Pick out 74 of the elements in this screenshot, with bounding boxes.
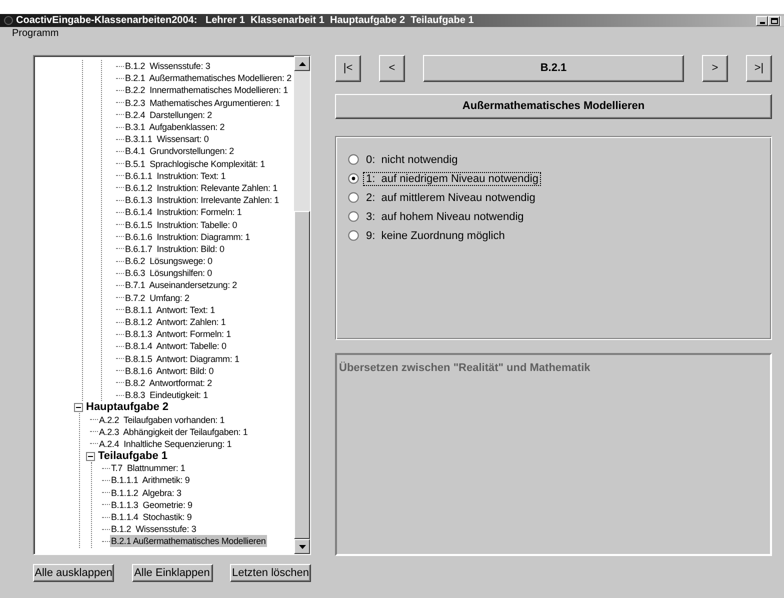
description-field[interactable]: Übersetzen zwischen "Realität" und Mathematik: [335, 353, 772, 556]
tree-item[interactable]: B.8.1.3 Antwort: Formeln: 1: [124, 328, 232, 340]
tree-item[interactable]: B.2.2 Innermathematisches Modellieren: 1: [124, 84, 289, 96]
scroll-down-button[interactable]: [294, 539, 310, 554]
current-code-button[interactable]: B.2.1: [423, 55, 684, 82]
last-button[interactable]: >|: [746, 55, 772, 82]
tree-item[interactable]: B.1.1.1 Arithmetik: 9: [110, 474, 191, 486]
tree-item[interactable]: B.8.2 Antwortformat: 2: [124, 376, 213, 389]
option-label[interactable]: 2: auf mittlerem Niveau notwendig: [363, 190, 538, 204]
tree-action-button[interactable]: Alle ausklappen: [33, 564, 114, 582]
option-label[interactable]: 3: auf hohem Niveau notwendig: [363, 210, 527, 224]
radio-button[interactable]: [348, 154, 359, 165]
tree-item[interactable]: Teilaufgabe 1: [97, 450, 168, 462]
tree-item[interactable]: A.2.2 Teilaufgaben vorhanden: 1: [98, 414, 226, 426]
collapse-icon[interactable]: [86, 452, 95, 461]
tree-action-button[interactable]: Alle Einklappen: [132, 564, 212, 582]
option-label[interactable]: 9: keine Zuordnung möglich: [363, 228, 508, 242]
tree-item[interactable]: B.6.1.6 Instruktion: Diagramm: 1: [124, 230, 251, 243]
radio-button[interactable]: [348, 173, 359, 184]
tree-item[interactable]: B.2.3 Mathematisches Argumentieren: 1: [124, 96, 281, 109]
tree-item[interactable]: B.3.1.1 Wissensart: 0: [124, 133, 210, 146]
tree-item[interactable]: B.1.1.2 Algebra: 3: [110, 486, 182, 499]
up-arrow-icon: [298, 62, 306, 66]
scroll-up-button[interactable]: [294, 56, 310, 71]
tree-item[interactable]: B.5.1 Sprachlogische Komplexität: 1: [124, 158, 266, 170]
scroll-thumb[interactable]: [294, 211, 310, 539]
minimize-button[interactable]: [756, 16, 768, 26]
tree-item[interactable]: B.8.1.6 Antwort: Bild: 0: [124, 364, 215, 377]
option-label[interactable]: 1: auf niedrigem Niveau notwendig: [363, 172, 542, 186]
tree-item[interactable]: B.6.1.5 Instruktion: Tabelle: 0: [124, 218, 238, 231]
tree-item[interactable]: B.8.1.1 Antwort: Text: 1: [124, 304, 216, 316]
tree-item[interactable]: B.1.1.3 Geometrie: 9: [110, 498, 194, 511]
first-button[interactable]: |<: [335, 55, 361, 82]
app-icon: [4, 16, 13, 25]
tree-item[interactable]: B.3.1 Aufgabenklassen: 2: [124, 121, 226, 134]
tree-item[interactable]: Hauptaufgabe 2: [85, 401, 170, 414]
radio-button[interactable]: [348, 211, 359, 222]
tree-item[interactable]: B.8.1.2 Antwort: Zahlen: 1: [124, 316, 227, 328]
tree-item[interactable]: T.7 Blattnummer: 1: [110, 462, 186, 474]
tree-item[interactable]: B.6.1.1 Instruktion: Text: 1: [124, 170, 227, 182]
maximize-button[interactable]: [768, 16, 780, 26]
tree-item[interactable]: B.2.1 Außermathematisches Modellieren: 2: [124, 72, 292, 84]
tree-item[interactable]: B.7.1 Auseinandersetzung: 2: [124, 279, 238, 292]
tree-item[interactable]: B.8.3 Eindeutigkeit: 1: [124, 389, 209, 402]
tree-item[interactable]: B.6.1.7 Instruktion: Bild: 0: [124, 242, 226, 255]
tree-item[interactable]: B.8.1.5 Antwort: Diagramm: 1: [124, 352, 240, 365]
next-button[interactable]: >: [702, 55, 728, 82]
category-title-button[interactable]: Außermathematisches Modellieren: [335, 94, 772, 119]
tree-item[interactable]: B.6.1.2 Instruktion: Relevante Zahlen: 1: [124, 182, 278, 194]
tree-item[interactable]: B.2.1 Außermathematisches Modellieren: [110, 535, 267, 548]
scrollbar[interactable]: [294, 56, 310, 554]
description-text: Übersetzen zwischen "Realität" und Mathematik: [339, 362, 590, 374]
tree-item[interactable]: B.1.2 Wissensstufe: 3: [110, 523, 198, 536]
tree-item[interactable]: B.7.2 Umfang: 2: [124, 292, 190, 304]
tree-item[interactable]: B.8.1.4 Antwort: Tabelle: 0: [124, 340, 228, 352]
tree-item[interactable]: B.6.1.4 Instruktion: Formeln: 1: [124, 206, 243, 218]
tree-item[interactable]: B.1.2 Wissensstufe: 3: [124, 60, 212, 72]
tree-item[interactable]: B.4.1 Grundvorstellungen: 2: [124, 145, 235, 158]
window-title: CoactivEingabe-Klassenarbeiten2004: Lehrer 1 Klassenarbeit 1 Hauptaufgabe 2 Teilaufgabe 1: [16, 16, 474, 26]
tree-item[interactable]: A.2.3 Abhängigkeit der Teilaufgaben: 1: [98, 426, 249, 438]
tree-item[interactable]: B.6.2 Lösungswege: 0: [124, 255, 214, 268]
tree-item[interactable]: A.2.4 Inhaltliche Sequenzierung: 1: [98, 438, 233, 450]
tree-item[interactable]: B.6.1.3 Instruktion: Irrelevante Zahlen: 1: [124, 194, 280, 206]
radio-button[interactable]: [348, 192, 359, 203]
tree-item[interactable]: B.1.1.4 Stochastik: 9: [110, 511, 193, 524]
tree-item[interactable]: B.6.3 Lösungshilfen: 0: [124, 267, 213, 280]
menu-item[interactable]: Programm: [12, 29, 59, 39]
tree-action-button[interactable]: Letzten löschen: [230, 564, 311, 582]
previous-button[interactable]: <: [379, 55, 405, 82]
option-label[interactable]: 0: nicht notwendig: [363, 152, 461, 166]
collapse-icon[interactable]: [74, 402, 83, 412]
tree-item[interactable]: B.2.4 Darstellungen: 2: [124, 108, 213, 121]
radio-button[interactable]: [348, 230, 359, 241]
down-arrow-icon: [298, 544, 306, 548]
